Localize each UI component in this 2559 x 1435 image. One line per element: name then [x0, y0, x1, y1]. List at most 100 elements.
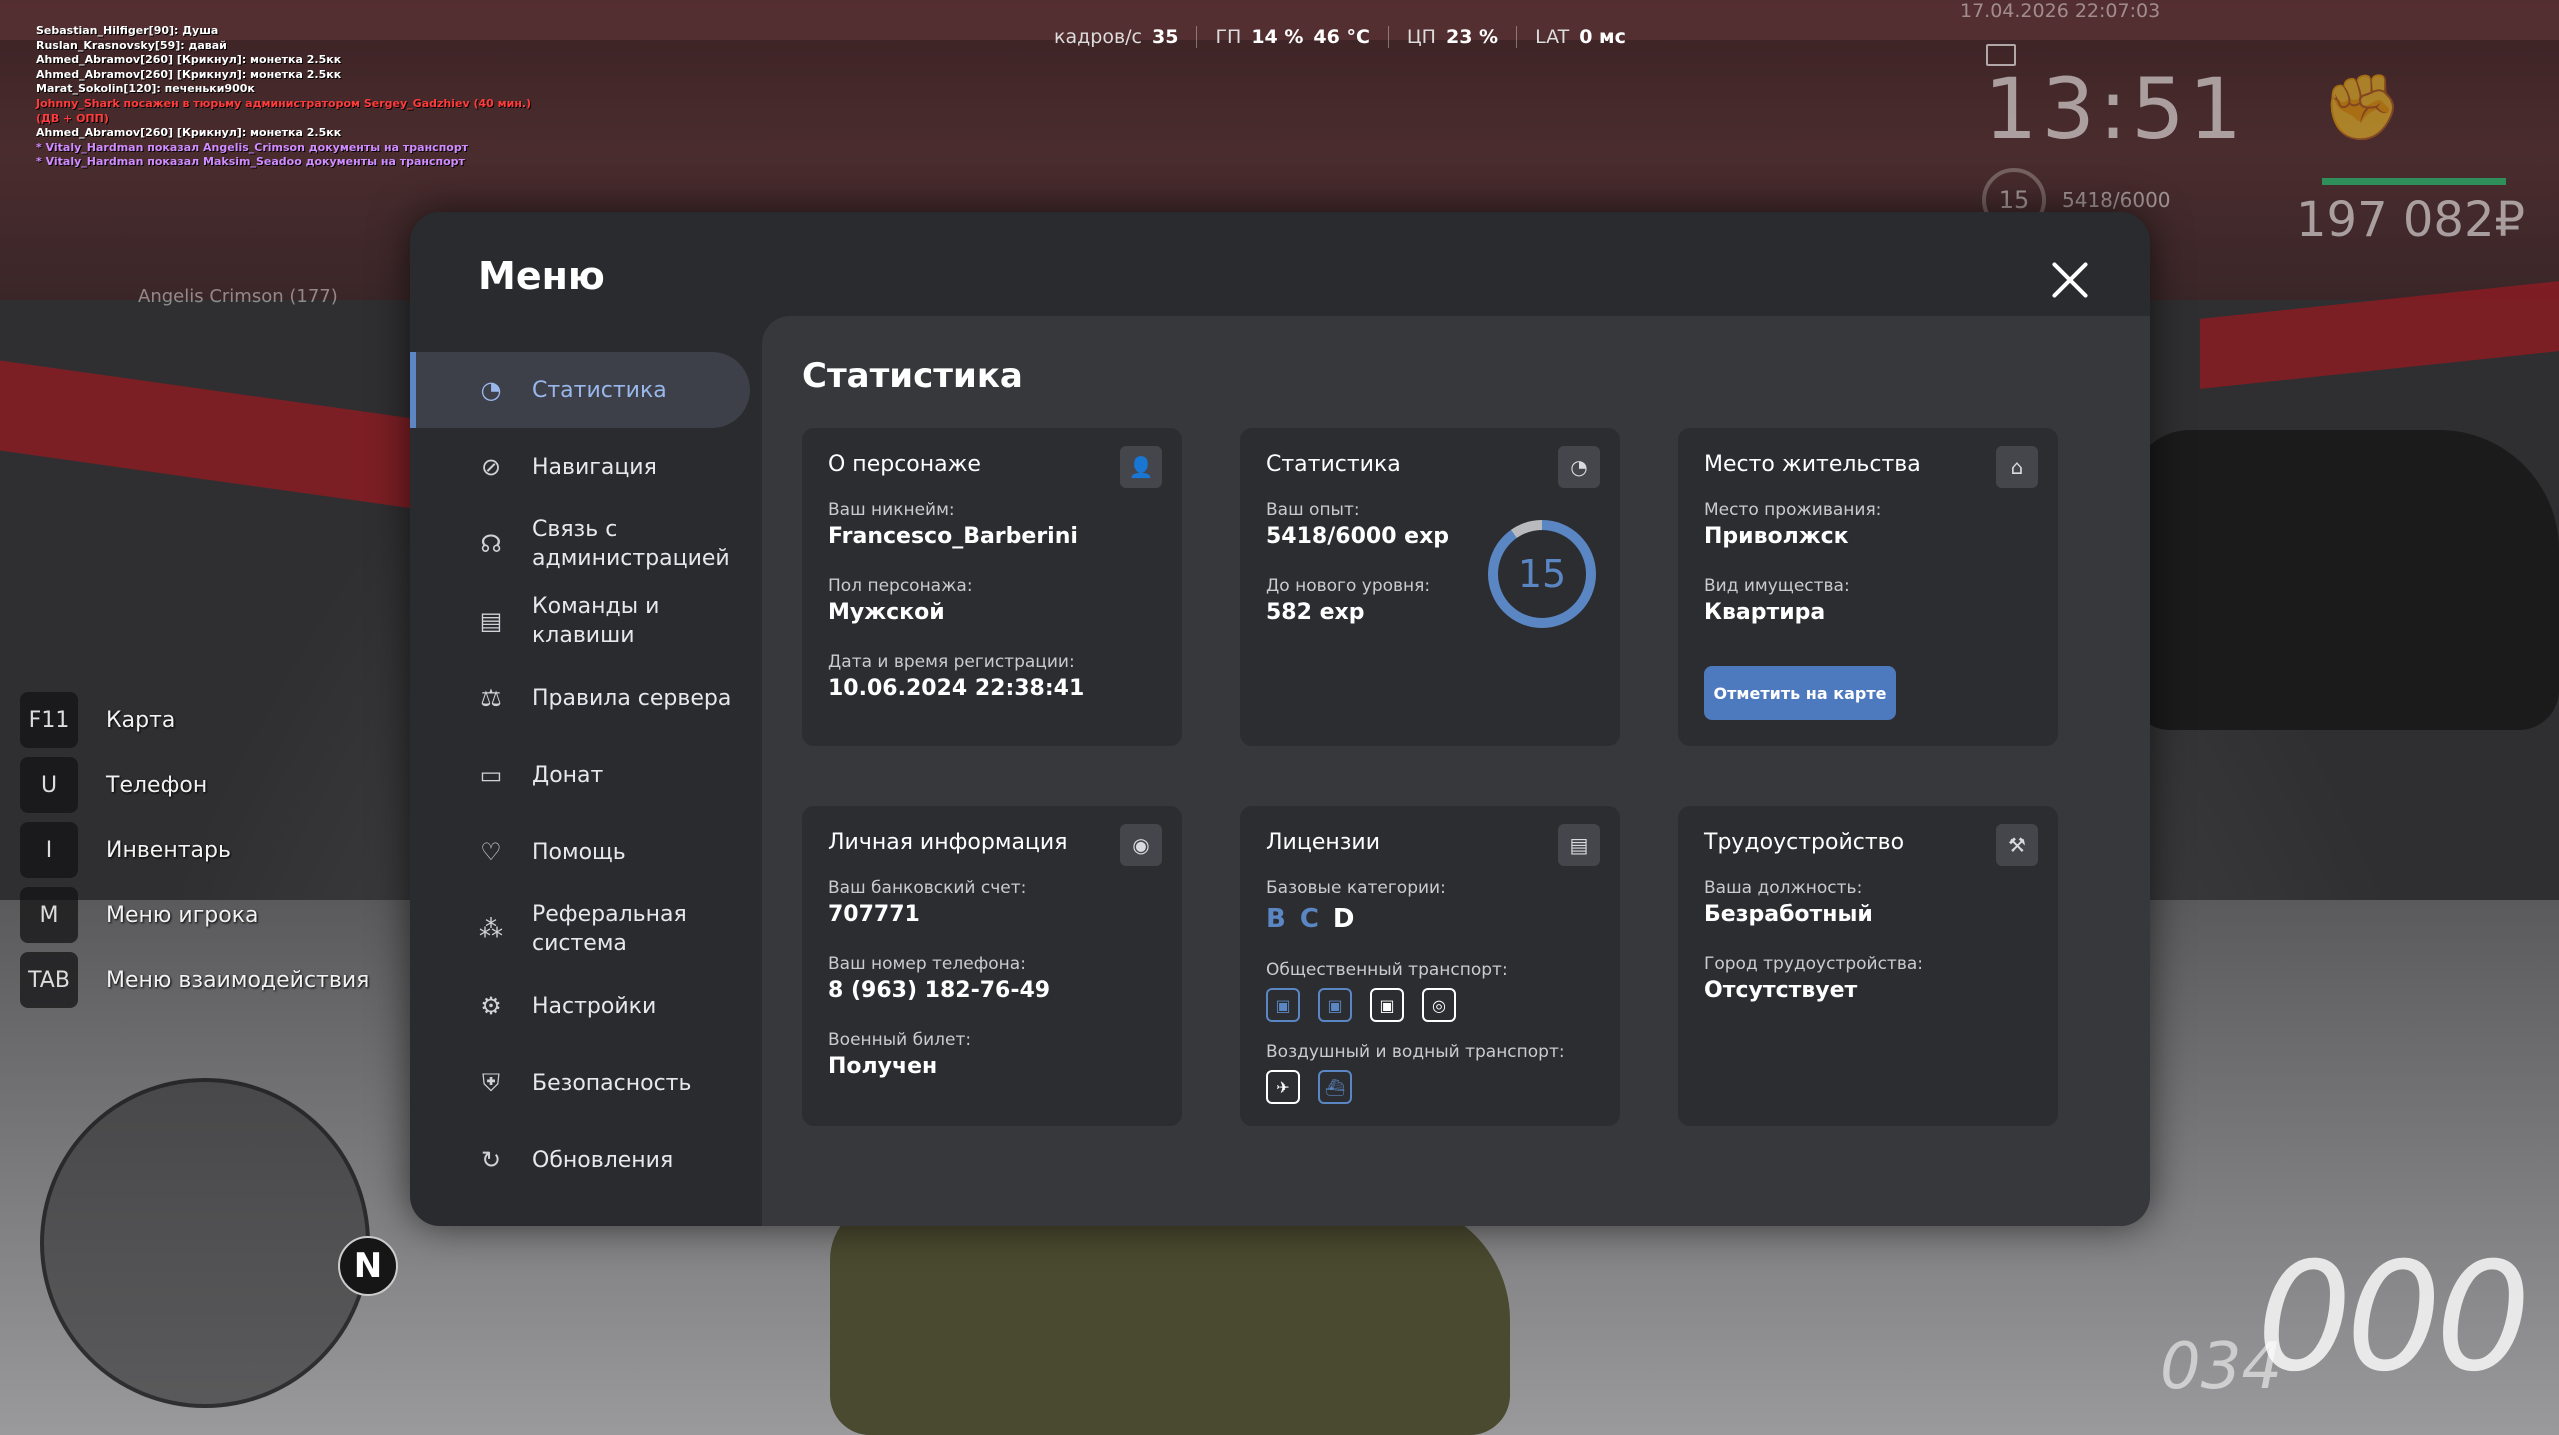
field-label: Место проживания:	[1704, 500, 1882, 520]
license-icon: ▤	[1558, 824, 1600, 866]
hint-key: M	[20, 887, 78, 943]
house-icon: ⌂	[1996, 446, 2038, 488]
sidebar-item-7[interactable]: ⁂ Реферальная система	[410, 891, 750, 967]
card-residence: Место жительства ⌂ Место проживания: Прив…	[1678, 428, 2058, 746]
sidebar-item-0[interactable]: ◔ Статистика	[410, 352, 750, 428]
field-position: Ваша должность: Безработный	[1704, 878, 1873, 927]
field-label: Ваш никнейм:	[828, 500, 955, 520]
mark-on-map-button[interactable]: Отметить на карте	[1704, 666, 1896, 720]
field-label: Пол персонажа:	[828, 576, 973, 596]
pie-chart-icon: ◔	[1558, 446, 1600, 488]
card-employment: Трудоустройство ⚒ Ваша должность: Безрабо…	[1678, 806, 2058, 1126]
field-registration: Дата и время регистрации: 10.06.2024 22:3…	[828, 652, 1084, 701]
hint-label: Инвентарь	[106, 837, 231, 863]
field-exp: Ваш опыт: 5418/6000 exp	[1266, 500, 1449, 549]
gear-icon: ⚙	[480, 992, 502, 1020]
sidebar-item-8[interactable]: ⚙ Настройки	[410, 968, 750, 1044]
card-statistics: Статистика ◔ Ваш опыт: 5418/6000 exp До н…	[1240, 428, 1620, 746]
minimap[interactable]	[40, 1078, 370, 1408]
pie-chart-icon: ◔	[480, 376, 502, 404]
field-label: Ваш номер телефона:	[828, 954, 1026, 974]
field-nickname: Ваш никнейм: Francesco_Barberini	[828, 500, 1078, 549]
hint-label: Карта	[106, 707, 176, 733]
hint-map[interactable]: F11 Карта	[20, 692, 369, 748]
level-number: 15	[1517, 552, 1567, 596]
field-value: Квартира	[1704, 600, 1826, 625]
sidebar-item-4[interactable]: ⚖ Правила сервера	[410, 660, 750, 736]
hint-key: I	[20, 822, 78, 878]
field-label: Город трудоустройства:	[1704, 954, 1923, 974]
sidebar-item-1[interactable]: ⊘ Навигация	[410, 429, 750, 505]
bus-icon: ▣	[1266, 988, 1300, 1022]
field-value: Безработный	[1704, 902, 1873, 927]
field-label: Общественный транспорт:	[1266, 960, 1508, 980]
exp-counter: 5418/6000	[2062, 188, 2171, 212]
hint-key: TAB	[20, 952, 78, 1008]
sidebar-item-label: Настройки	[532, 993, 657, 1019]
fps-label: кадров/с	[1054, 26, 1142, 48]
scales-icon: ⚖	[480, 684, 502, 712]
field-value: 582 exp	[1266, 600, 1365, 625]
sidebar-item-label: Навигация	[532, 454, 657, 480]
level-progress-ring: 15	[1488, 520, 1596, 628]
card-title: Место жительства	[1704, 452, 1921, 477]
field-value: Мужской	[828, 600, 945, 625]
chat-line: Ahmed_Abramov[260] [Крикнул]: монетка 2.…	[36, 126, 342, 140]
sidebar-item-label: Обновления	[532, 1147, 674, 1173]
field-value: Получен	[828, 1054, 938, 1079]
field-value: 707771	[828, 902, 920, 927]
chat-line: Sebastian_Hilfiger[90]: Душа	[36, 24, 219, 37]
hint-player-menu[interactable]: M Меню игрока	[20, 887, 369, 943]
field-bank: Ваш банковский счет: 707771	[828, 878, 1026, 927]
sidebar-item-label: Помощь	[532, 839, 626, 865]
field-label: Ваш банковский счет:	[828, 878, 1027, 898]
metro-icon: ◎	[1422, 988, 1456, 1022]
sidebar-item-2[interactable]: ☊ Связь с администрацией	[410, 506, 750, 582]
menu-modal: Меню ◔ Статистика ⊘ Навигация ☊ Связь с админ…	[410, 212, 2150, 1226]
handshake-icon: ♡	[480, 838, 502, 866]
trolleybus-icon: ▣	[1318, 988, 1352, 1022]
field-label: Базовые категории:	[1266, 878, 1446, 898]
referral-icon: ⁂	[479, 915, 503, 943]
card-character: О персонаже 👤 Ваш никнейм: Francesco_Barb…	[802, 428, 1182, 746]
cpu-load: 23 %	[1445, 26, 1499, 48]
sidebar-item-3[interactable]: ▤ Команды и клавиши	[410, 583, 750, 659]
hint-phone[interactable]: U Телефон	[20, 757, 369, 813]
hint-label: Меню игрока	[106, 902, 259, 928]
field-place: Место проживания: Приволжск	[1704, 500, 1881, 549]
sidebar-item-5[interactable]: ▭ Донат	[410, 737, 750, 813]
headset-icon: ☊	[480, 530, 502, 558]
performance-bar: кадров/с 35 ГП 14 % 46 °C ЦП 23 % LAT 0 мс	[1036, 26, 1644, 48]
chat-line: (ДВ + ОПП)	[36, 111, 109, 125]
license-categories: B C D	[1266, 904, 1446, 934]
sidebar-item-label: Команды и клавиши	[532, 594, 660, 648]
document-icon: ▤	[479, 607, 503, 635]
hint-interaction-menu[interactable]: TAB Меню взаимодействия	[20, 952, 369, 1008]
field-gender: Пол персонажа: Мужской	[828, 576, 973, 625]
card-title: Статистика	[1266, 452, 1401, 477]
card-title: О персонаже	[828, 452, 981, 477]
health-bar	[2322, 178, 2506, 185]
boat-icon: ⛴	[1318, 1070, 1352, 1104]
sidebar-item-10[interactable]: ↻ Обновления	[410, 1122, 750, 1198]
hint-label: Меню взаимодействия	[106, 967, 370, 993]
card-personal: Личная информация ◉ Ваш банковский счет:…	[802, 806, 1182, 1126]
hint-inventory[interactable]: I Инвентарь	[20, 822, 369, 878]
content-panel: Статистика О персонаже 👤 Ваш никнейм: Fra…	[762, 316, 2150, 1226]
sidebar-item-label: Донат	[532, 762, 604, 788]
hint-key: U	[20, 757, 78, 813]
shield-icon: ⛨	[482, 1069, 500, 1097]
chat-line: Ahmed_Abramov[260] [Крикнул]: монетка 2.…	[36, 53, 342, 67]
background-car-right	[2130, 430, 2559, 730]
hint-key: F11	[20, 692, 78, 748]
sidebar-item-9[interactable]: ⛨ Безопасность	[410, 1045, 750, 1121]
field-phone: Ваш номер телефона: 8 (963) 182-76-49	[828, 954, 1050, 1003]
field-value: 10.06.2024 22:38:41	[828, 676, 1085, 701]
field-base-categories: Базовые категории: B C D	[1266, 878, 1446, 934]
field-job-city: Город трудоустройства: Отсутствует	[1704, 954, 1923, 1003]
field-value: Приволжск	[1704, 524, 1849, 549]
hammer-icon: ⚒	[1996, 824, 2038, 866]
close-button[interactable]	[2048, 258, 2092, 302]
field-label: Воздушный и водный транспорт:	[1266, 1042, 1565, 1062]
sidebar-item-6[interactable]: ♡ Помощь	[410, 814, 750, 890]
